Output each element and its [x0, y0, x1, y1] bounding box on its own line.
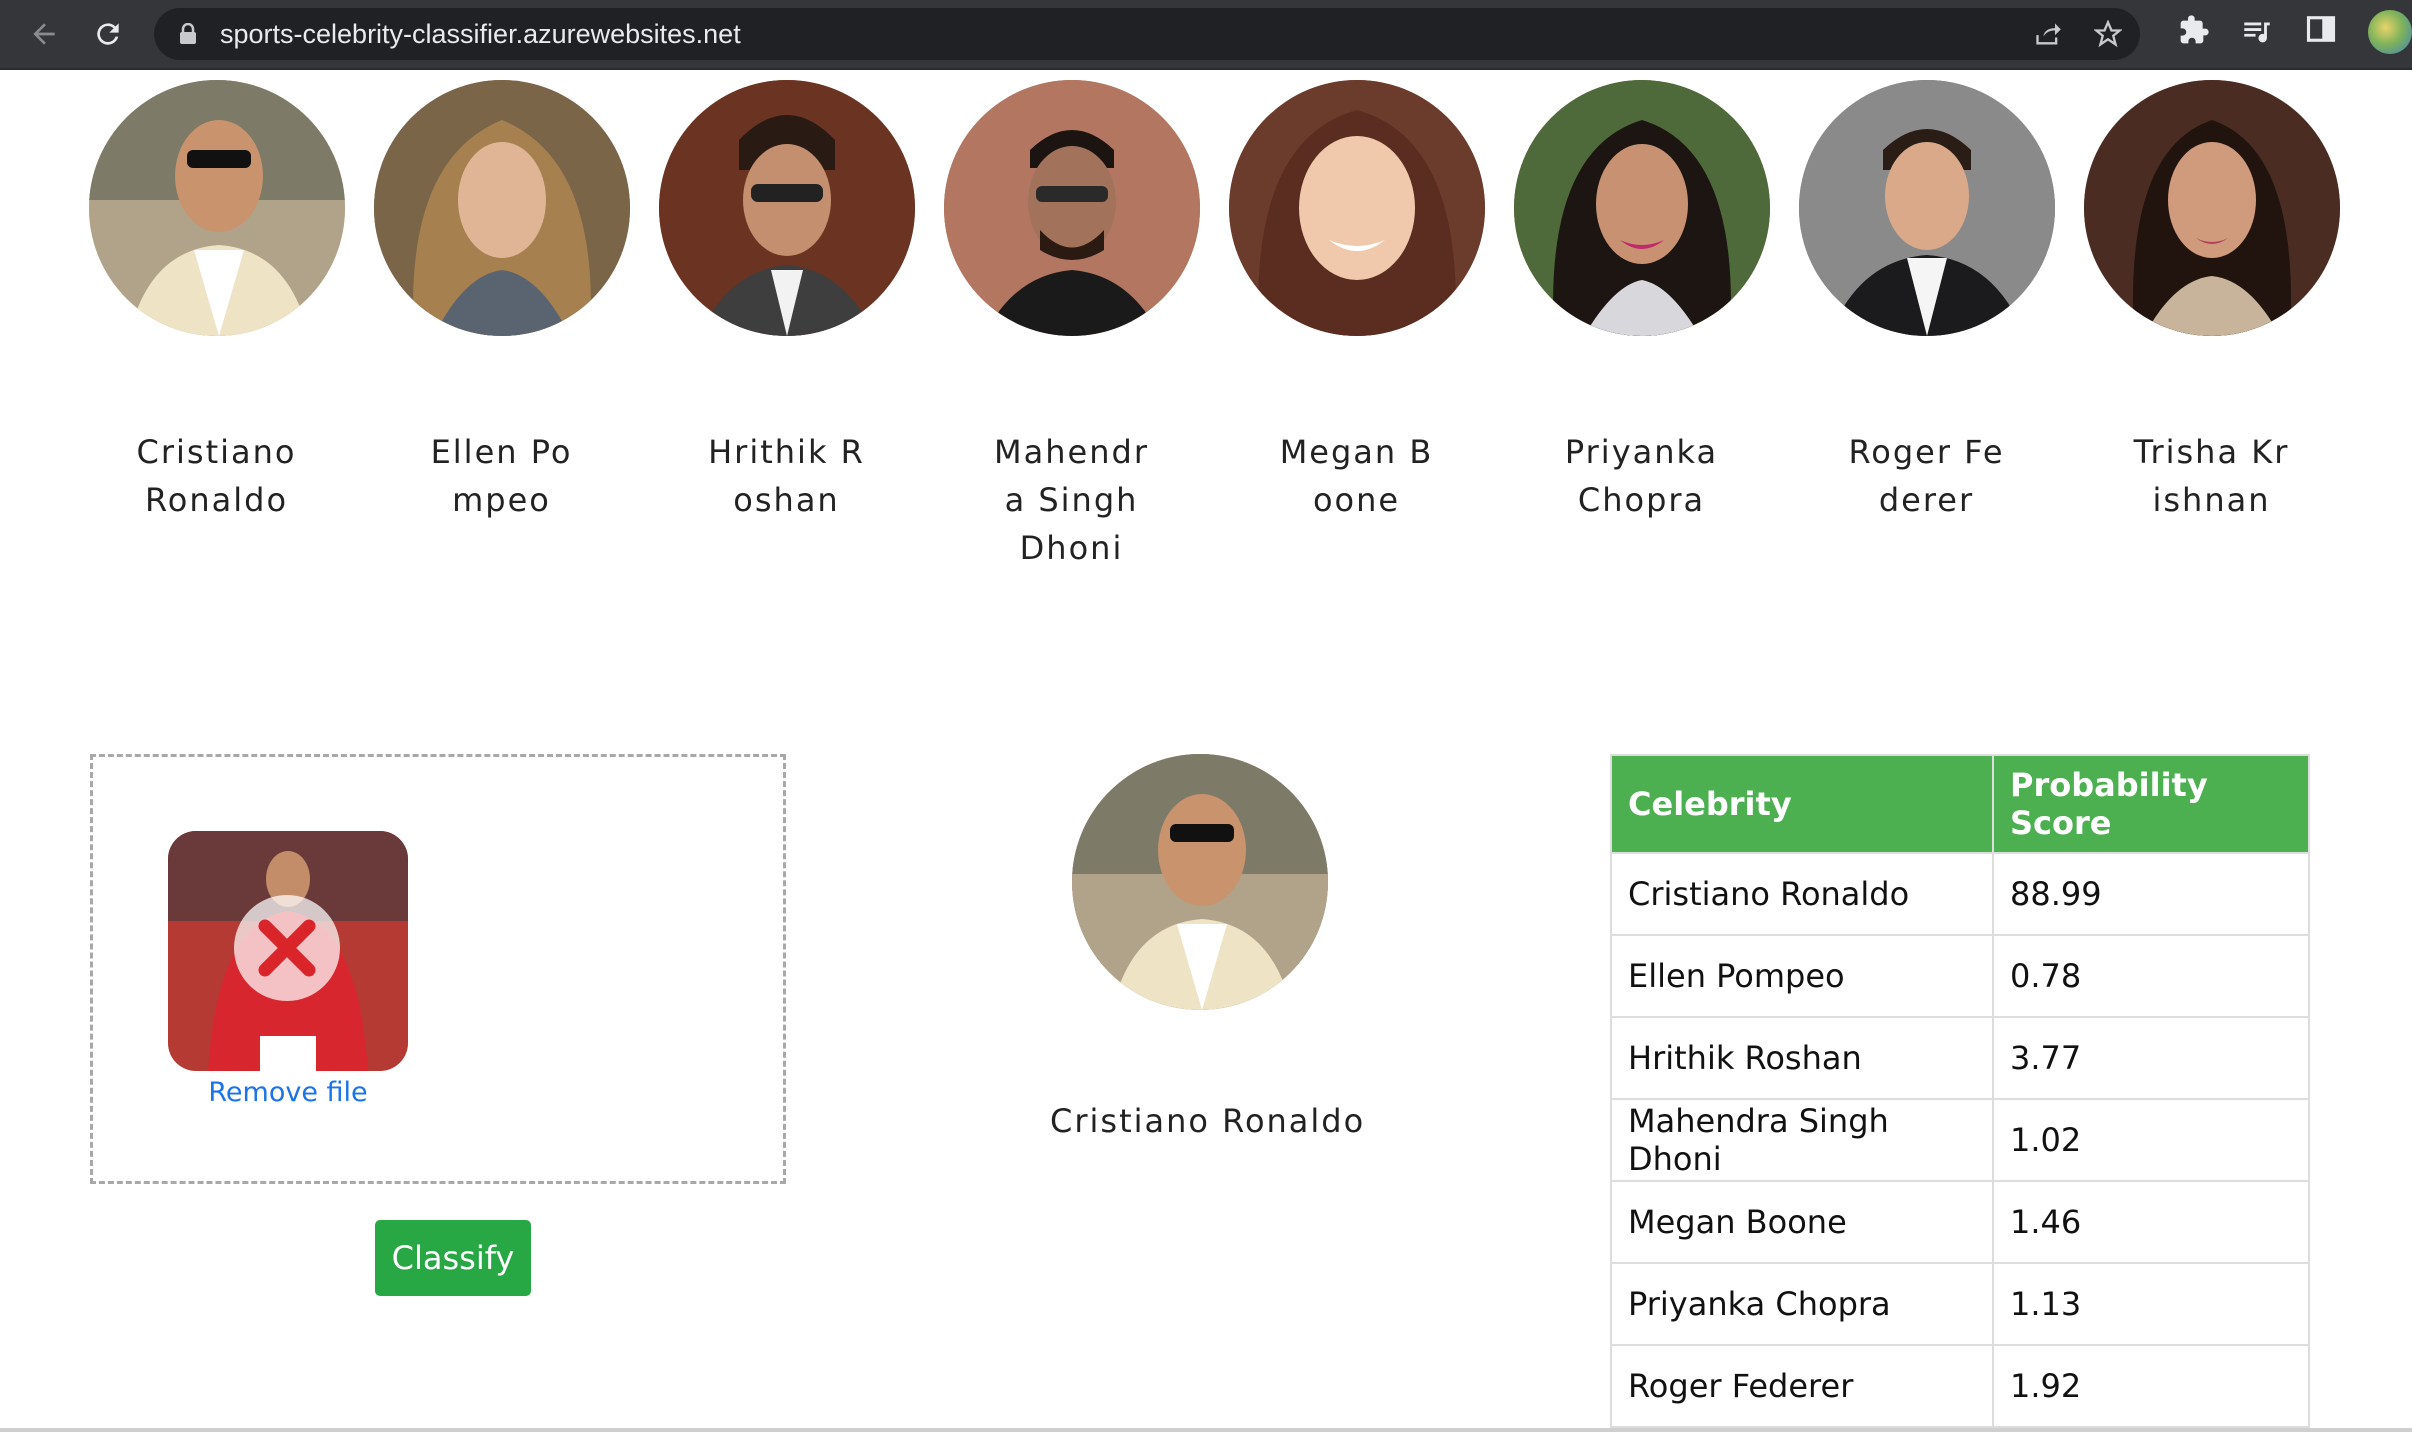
celebrity-name: Mahendra Singh Dhoni	[994, 433, 1149, 567]
table-row: Cristiano Ronaldo 88.99	[1610, 852, 2310, 936]
table-row: Hrithik Roshan 3.77	[1610, 1016, 2310, 1100]
column-header-celebrity: Celebrity	[1610, 754, 1994, 854]
table-row: Priyanka Chopra 1.13	[1610, 1262, 2310, 1346]
reload-icon[interactable]	[88, 14, 128, 54]
gallery-item-megan-boone: Megan Boone	[1214, 80, 1499, 524]
celebrity-photo	[658, 80, 915, 336]
celebrity-name: Megan Boone	[1279, 433, 1434, 519]
table-row: Ellen Pompeo 0.78	[1610, 934, 2310, 1018]
address-bar[interactable]: sports-celebrity-classifier.azurewebsite…	[154, 8, 2140, 60]
back-arrow-icon[interactable]	[24, 14, 64, 54]
celebrity-photo	[2083, 80, 2340, 336]
column-header-probability: Probability Score	[1992, 754, 2310, 854]
score-cell: 0.78	[1992, 934, 2310, 1018]
celebrity-name: Roger Federer	[1848, 433, 2005, 519]
celebrity-photo	[1798, 80, 2055, 336]
star-icon[interactable]	[2093, 19, 2123, 48]
url-text: sports-celebrity-classifier.azurewebsite…	[220, 19, 741, 49]
score-cell: 1.92	[1992, 1344, 2310, 1428]
gallery-item-ellen-pompeo: Ellen Pompeo	[359, 80, 644, 524]
uploaded-image-thumbnail	[168, 831, 408, 1071]
celebrity-cell: Megan Boone	[1610, 1180, 1994, 1264]
remove-file-link[interactable]: Remove file	[168, 1077, 408, 1108]
celebrity-cell: Cristiano Ronaldo	[1610, 852, 1994, 936]
gallery-item-cristiano-ronaldo: Cristiano Ronaldo	[74, 80, 359, 524]
gallery-item-mahendra-singh-dhoni: Mahendra Singh Dhoni	[929, 80, 1214, 572]
table-row: Roger Federer 1.92	[1610, 1344, 2310, 1428]
celebrity-name: Trisha Krishnan	[2133, 433, 2290, 519]
result-panel: Cristiano Ronaldo	[1050, 754, 1366, 1140]
score-cell: 3.77	[1992, 1016, 2310, 1100]
lock-icon	[178, 22, 198, 49]
gallery-item-priyanka-chopra: Priyanka Chopra	[1499, 80, 1784, 524]
celebrity-cell: Roger Federer	[1610, 1344, 1994, 1428]
table-row: Mahendra Singh Dhoni 1.02	[1610, 1098, 2310, 1182]
share-icon[interactable]	[2034, 20, 2062, 48]
celebrity-name: Ellen Pompeo	[430, 433, 573, 519]
result-name: Cristiano Ronaldo	[1050, 1102, 1366, 1140]
celebrity-cell: Priyanka Chopra	[1610, 1262, 1994, 1346]
celebrity-cell: Hrithik Roshan	[1610, 1016, 1994, 1100]
celebrity-photo	[943, 80, 1200, 336]
result-photo	[1072, 754, 1328, 1010]
celebrity-photo	[88, 80, 345, 336]
viewport-bottom-divider	[0, 1428, 2412, 1432]
classify-button[interactable]: Classify	[375, 1220, 531, 1296]
celebrity-name: Priyanka Chopra	[1564, 433, 1719, 519]
celebrity-name: Cristiano Ronaldo	[136, 433, 297, 519]
gallery-item-hrithik-roshan: Hrithik Roshan	[644, 80, 929, 524]
gallery-item-roger-federer: Roger Federer	[1784, 80, 2069, 524]
score-cell: 1.46	[1992, 1180, 2310, 1264]
celebrity-name: Hrithik Roshan	[708, 433, 865, 519]
gallery-item-trisha-krishnan: Trisha Krishnan	[2069, 80, 2354, 524]
score-cell: 1.13	[1992, 1262, 2310, 1346]
celebrity-photo	[1513, 80, 1770, 336]
score-cell: 88.99	[1992, 852, 2310, 936]
media-icon[interactable]	[2240, 14, 2276, 50]
celebrity-cell: Mahendra Singh Dhoni	[1610, 1098, 1994, 1182]
score-cell: 1.02	[1992, 1098, 2310, 1182]
profile-avatar[interactable]	[2368, 10, 2412, 54]
table-header-row: Celebrity Probability Score	[1610, 754, 2310, 854]
probability-table: Celebrity Probability Score Cristiano Ro…	[1610, 754, 2310, 1428]
celebrity-photo	[373, 80, 630, 336]
celebrity-cell: Ellen Pompeo	[1610, 934, 1994, 1018]
upload-dropzone[interactable]: Remove file	[90, 754, 786, 1184]
extensions-icon[interactable]	[2178, 14, 2214, 50]
browser-toolbar: sports-celebrity-classifier.azurewebsite…	[0, 0, 2412, 70]
celebrity-photo	[1228, 80, 1485, 336]
remove-x-icon[interactable]	[234, 895, 340, 1001]
sidebar-icon[interactable]	[2306, 14, 2342, 50]
table-row: Megan Boone 1.46	[1610, 1180, 2310, 1264]
